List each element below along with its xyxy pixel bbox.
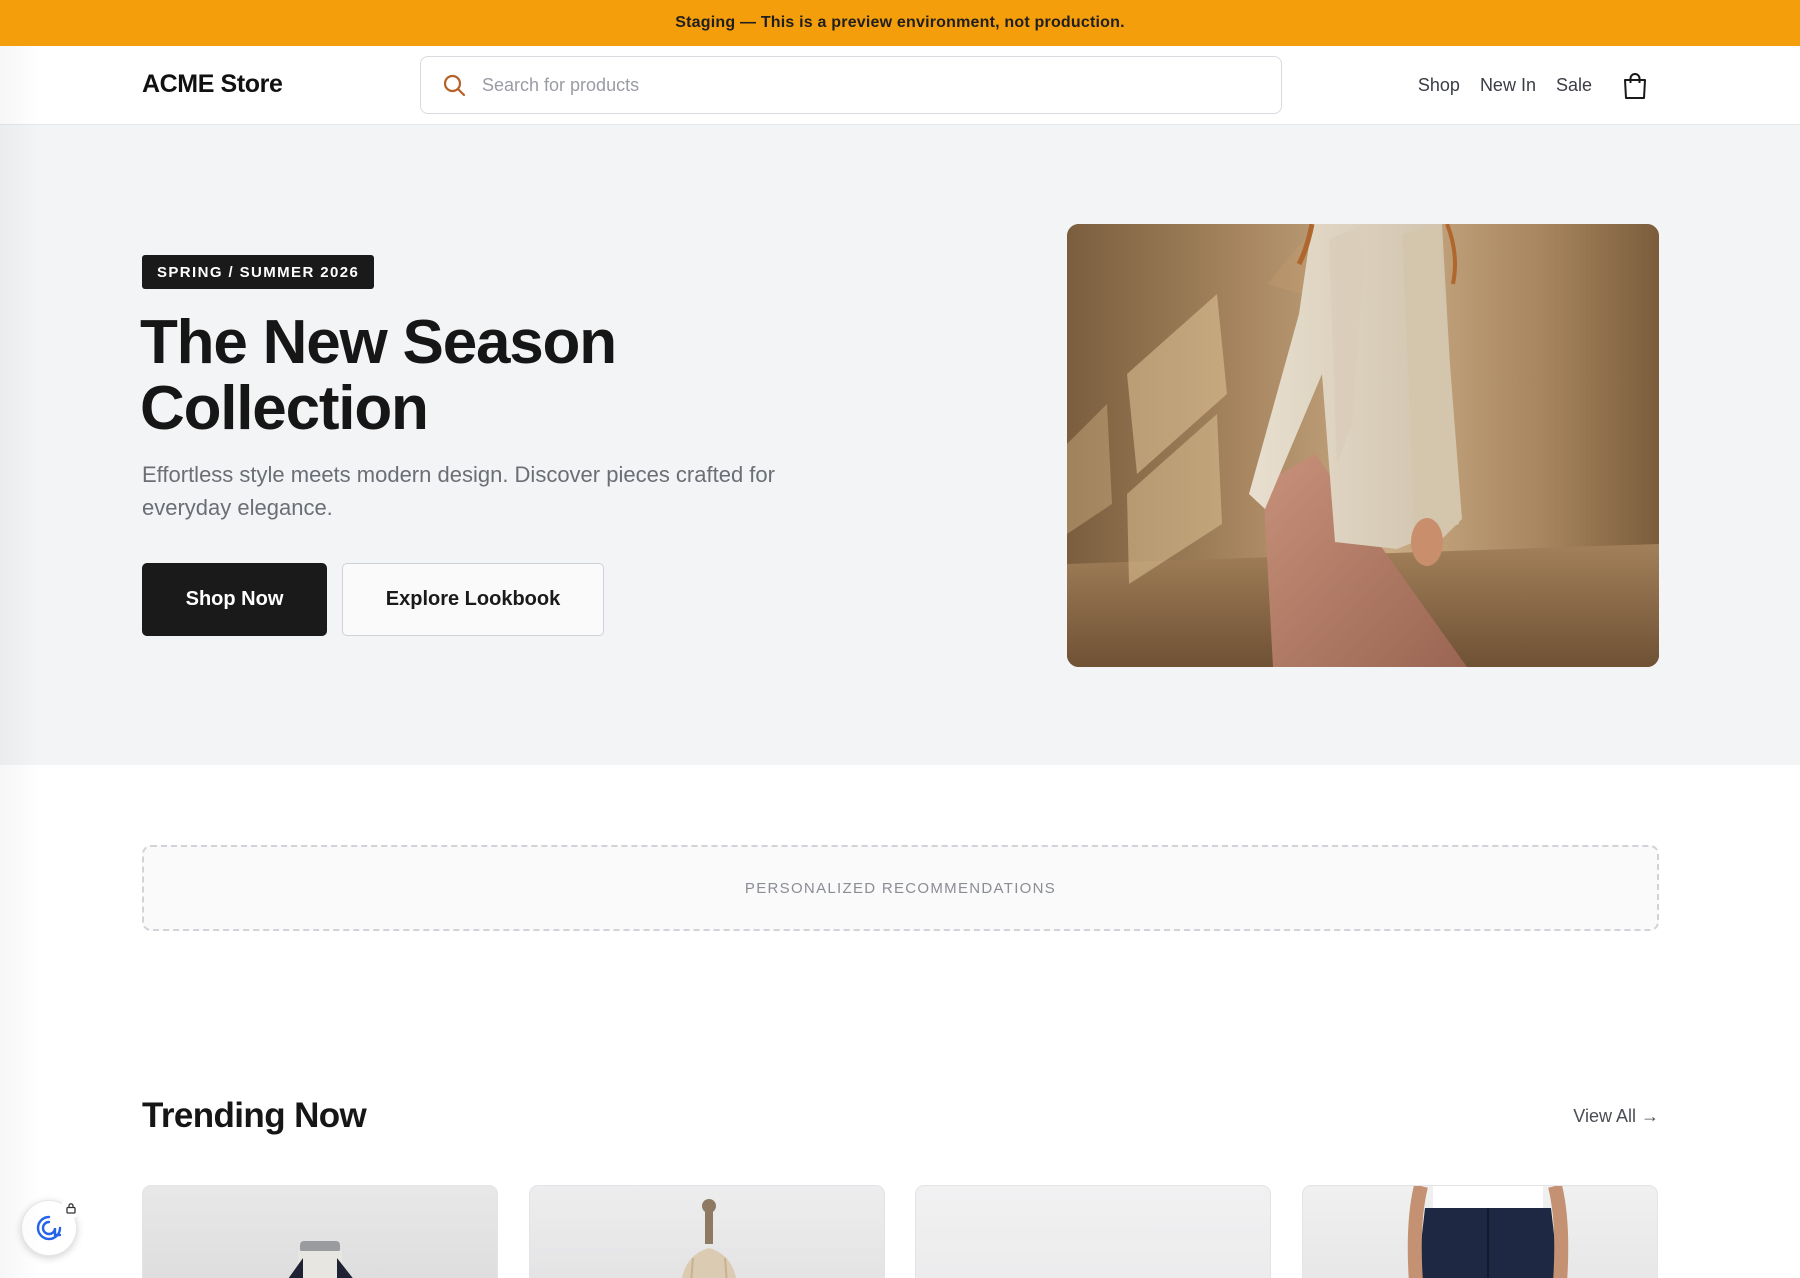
- search-bar[interactable]: [420, 56, 1282, 114]
- product-image: [681, 1199, 737, 1278]
- staging-banner: Staging — This is a preview environment,…: [0, 0, 1800, 46]
- trending-title: Trending Now: [142, 1096, 367, 1135]
- shopping-bag-icon[interactable]: [1622, 72, 1648, 100]
- nav-link-new-in[interactable]: New In: [1480, 75, 1536, 96]
- main-nav: Shop New In Sale: [1418, 46, 1592, 125]
- hero-image: [1067, 224, 1659, 667]
- assistant-icon: [36, 1215, 62, 1241]
- shop-now-button[interactable]: Shop Now: [142, 563, 327, 636]
- product-card[interactable]: [1302, 1185, 1658, 1278]
- season-badge: SPRING / SUMMER 2026: [142, 255, 375, 289]
- nav-link-shop[interactable]: Shop: [1418, 75, 1460, 96]
- product-card[interactable]: [529, 1185, 885, 1278]
- recommendations-label: PERSONALIZED RECOMMENDATIONS: [744, 879, 1057, 897]
- store-logo[interactable]: ACME Store: [142, 70, 283, 99]
- personalized-recommendations-placeholder: PERSONALIZED RECOMMENDATIONS: [142, 845, 1659, 931]
- lock-icon: [61, 1198, 81, 1218]
- product-image: [288, 1241, 353, 1278]
- search-input[interactable]: [482, 74, 1281, 96]
- staging-banner-text: Staging — This is a preview environment,…: [675, 14, 1125, 31]
- search-icon: [442, 73, 466, 97]
- nav-link-sale[interactable]: Sale: [1556, 75, 1592, 96]
- hero-title: The New Season Collection: [140, 308, 617, 443]
- hero-photo-illustration: [1067, 224, 1659, 667]
- view-all-link[interactable]: View All →: [1573, 1106, 1659, 1127]
- product-card[interactable]: [142, 1185, 498, 1278]
- hero-section: SPRING / SUMMER 2026 The New Season Coll…: [0, 125, 1800, 765]
- product-image: [1407, 1186, 1569, 1278]
- explore-lookbook-button[interactable]: Explore Lookbook: [342, 563, 604, 636]
- product-card[interactable]: [915, 1185, 1271, 1278]
- site-header: ACME Store Shop New In Sale: [0, 46, 1800, 125]
- hero-subtitle: Effortless style meets modern design. Di…: [142, 462, 775, 520]
